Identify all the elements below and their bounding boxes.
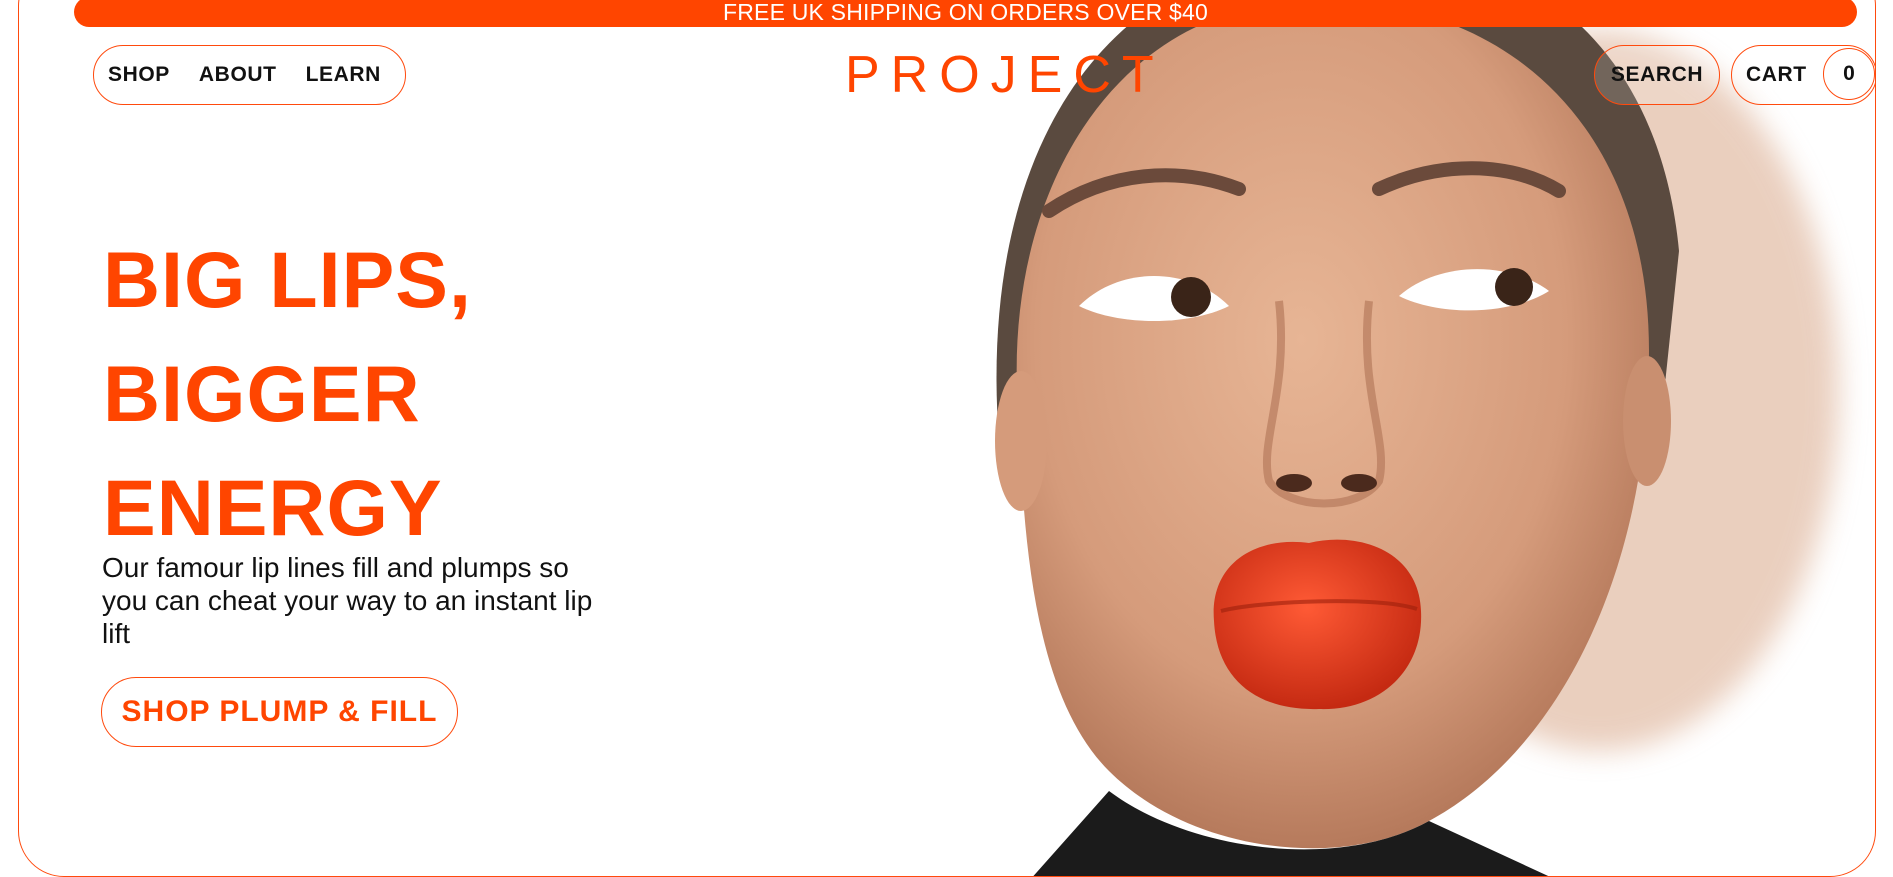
hero-image bbox=[995, 0, 1839, 876]
cart-button-label: CART bbox=[1746, 63, 1807, 86]
brand-logo[interactable]: PROJECT bbox=[845, 45, 1155, 105]
search-button[interactable]: SEARCH bbox=[1594, 45, 1720, 105]
main-nav: SHOP ABOUT LEARN bbox=[93, 45, 406, 105]
hero-headline-line-3: ENERGY bbox=[103, 463, 443, 552]
page-frame: FREE UK SHIPPING ON ORDERS OVER $40 SHOP… bbox=[18, 0, 1876, 877]
cart-button[interactable]: CART 0 bbox=[1731, 45, 1875, 105]
shipping-banner-text: FREE UK SHIPPING ON ORDERS OVER $40 bbox=[722, 0, 1208, 25]
hero-subcopy: Our famour lip lines fill and plumps so … bbox=[102, 552, 593, 649]
nav-item-shop[interactable]: SHOP bbox=[108, 63, 170, 87]
shop-plump-fill-button[interactable]: SHOP PLUMP & FILL bbox=[101, 677, 458, 747]
hero-headline-line-2: BIGGER bbox=[103, 349, 421, 438]
nav-item-learn[interactable]: LEARN bbox=[306, 63, 381, 87]
search-button-label: SEARCH bbox=[1610, 63, 1704, 86]
cart-count-badge: 0 bbox=[1823, 48, 1875, 100]
hero-headline-line-1: BIG LIPS, bbox=[103, 235, 472, 324]
shipping-banner: FREE UK SHIPPING ON ORDERS OVER $40 bbox=[74, 0, 1857, 27]
nav-item-about[interactable]: ABOUT bbox=[199, 63, 277, 87]
hero-headline: BIG LIPS, BIGGER ENERGY bbox=[103, 223, 472, 565]
